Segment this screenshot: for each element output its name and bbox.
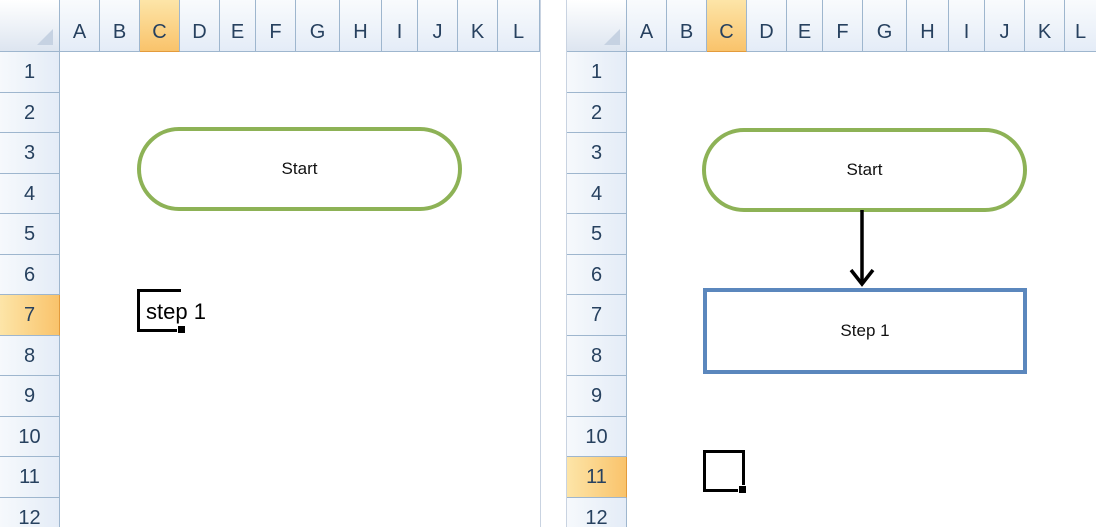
start-terminator-shape[interactable]: Start bbox=[702, 128, 1027, 212]
column-header-h[interactable]: H bbox=[907, 0, 949, 52]
step-shape-label: Step 1 bbox=[840, 321, 890, 340]
column-header-g[interactable]: G bbox=[863, 0, 907, 52]
select-all-corner[interactable] bbox=[567, 0, 627, 52]
start-terminator-shape[interactable]: Start bbox=[137, 127, 462, 211]
column-header-l[interactable]: L bbox=[1065, 0, 1096, 52]
column-header-c[interactable]: C bbox=[707, 0, 747, 52]
column-header-j[interactable]: J bbox=[418, 0, 458, 52]
column-header-a[interactable]: A bbox=[627, 0, 667, 52]
row-header-10[interactable]: 10 bbox=[0, 416, 60, 457]
row-header-6[interactable]: 6 bbox=[0, 254, 60, 295]
column-header-f[interactable]: F bbox=[823, 0, 863, 52]
fill-handle[interactable] bbox=[738, 485, 747, 494]
row-header-3[interactable]: 3 bbox=[567, 133, 627, 174]
column-header-f[interactable]: F bbox=[256, 0, 296, 52]
row-header-11[interactable]: 11 bbox=[0, 457, 60, 498]
row-header-6[interactable]: 6 bbox=[567, 254, 627, 295]
row-header-7[interactable]: 7 bbox=[567, 295, 627, 336]
column-header-a[interactable]: A bbox=[60, 0, 100, 52]
row-header-4[interactable]: 4 bbox=[567, 173, 627, 214]
column-header-i[interactable]: I bbox=[382, 0, 418, 52]
column-header-e[interactable]: E bbox=[787, 0, 823, 52]
right-worksheet: A B C D E F G H I J K L 1 2 3 4 5 6 7 8 … bbox=[566, 0, 1096, 527]
row-header-2[interactable]: 2 bbox=[0, 92, 60, 133]
row-header-8[interactable]: 8 bbox=[567, 335, 627, 376]
select-all-corner[interactable] bbox=[0, 0, 60, 52]
start-shape-label: Start bbox=[281, 159, 318, 178]
cell-c7-text: step 1 bbox=[146, 299, 206, 324]
row-header-11[interactable]: 11 bbox=[567, 457, 627, 498]
row-header-8[interactable]: 8 bbox=[0, 335, 60, 376]
column-header-i[interactable]: I bbox=[949, 0, 985, 52]
column-header-e[interactable]: E bbox=[220, 0, 256, 52]
row-header-1[interactable]: 1 bbox=[0, 52, 60, 93]
row-header-12[interactable]: 12 bbox=[0, 497, 60, 527]
row-header-10[interactable]: 10 bbox=[567, 416, 627, 457]
start-shape-label: Start bbox=[846, 160, 883, 179]
column-header-c[interactable]: C bbox=[140, 0, 180, 52]
connector-arrow[interactable] bbox=[847, 208, 877, 292]
row-header-3[interactable]: 3 bbox=[0, 133, 60, 174]
row-header-4[interactable]: 4 bbox=[0, 173, 60, 214]
column-header-h[interactable]: H bbox=[340, 0, 382, 52]
row-header-9[interactable]: 9 bbox=[567, 376, 627, 417]
column-header-b[interactable]: B bbox=[667, 0, 707, 52]
row-header-5[interactable]: 5 bbox=[0, 214, 60, 255]
column-header-j[interactable]: J bbox=[985, 0, 1025, 52]
column-header-k[interactable]: K bbox=[458, 0, 498, 52]
row-header-2[interactable]: 2 bbox=[567, 92, 627, 133]
column-header-k[interactable]: K bbox=[1025, 0, 1065, 52]
column-header-d[interactable]: D bbox=[180, 0, 220, 52]
select-all-triangle-icon bbox=[37, 29, 53, 45]
row-header-5[interactable]: 5 bbox=[567, 214, 627, 255]
row-header-12[interactable]: 12 bbox=[567, 497, 627, 527]
active-cell-selection[interactable] bbox=[703, 450, 747, 494]
column-header-b[interactable]: B bbox=[100, 0, 140, 52]
row-header-1[interactable]: 1 bbox=[567, 52, 627, 93]
row-header-9[interactable]: 9 bbox=[0, 376, 60, 417]
select-all-triangle-icon bbox=[604, 29, 620, 45]
column-header-l[interactable]: L bbox=[498, 0, 540, 52]
row-header-7[interactable]: 7 bbox=[0, 295, 60, 336]
left-worksheet: A B C D E F G H I J K L 1 2 3 4 5 6 7 8 … bbox=[0, 0, 541, 527]
column-header-d[interactable]: D bbox=[747, 0, 787, 52]
column-header-g[interactable]: G bbox=[296, 0, 340, 52]
step-process-shape[interactable]: Step 1 bbox=[703, 288, 1027, 374]
fill-handle[interactable] bbox=[177, 325, 186, 334]
